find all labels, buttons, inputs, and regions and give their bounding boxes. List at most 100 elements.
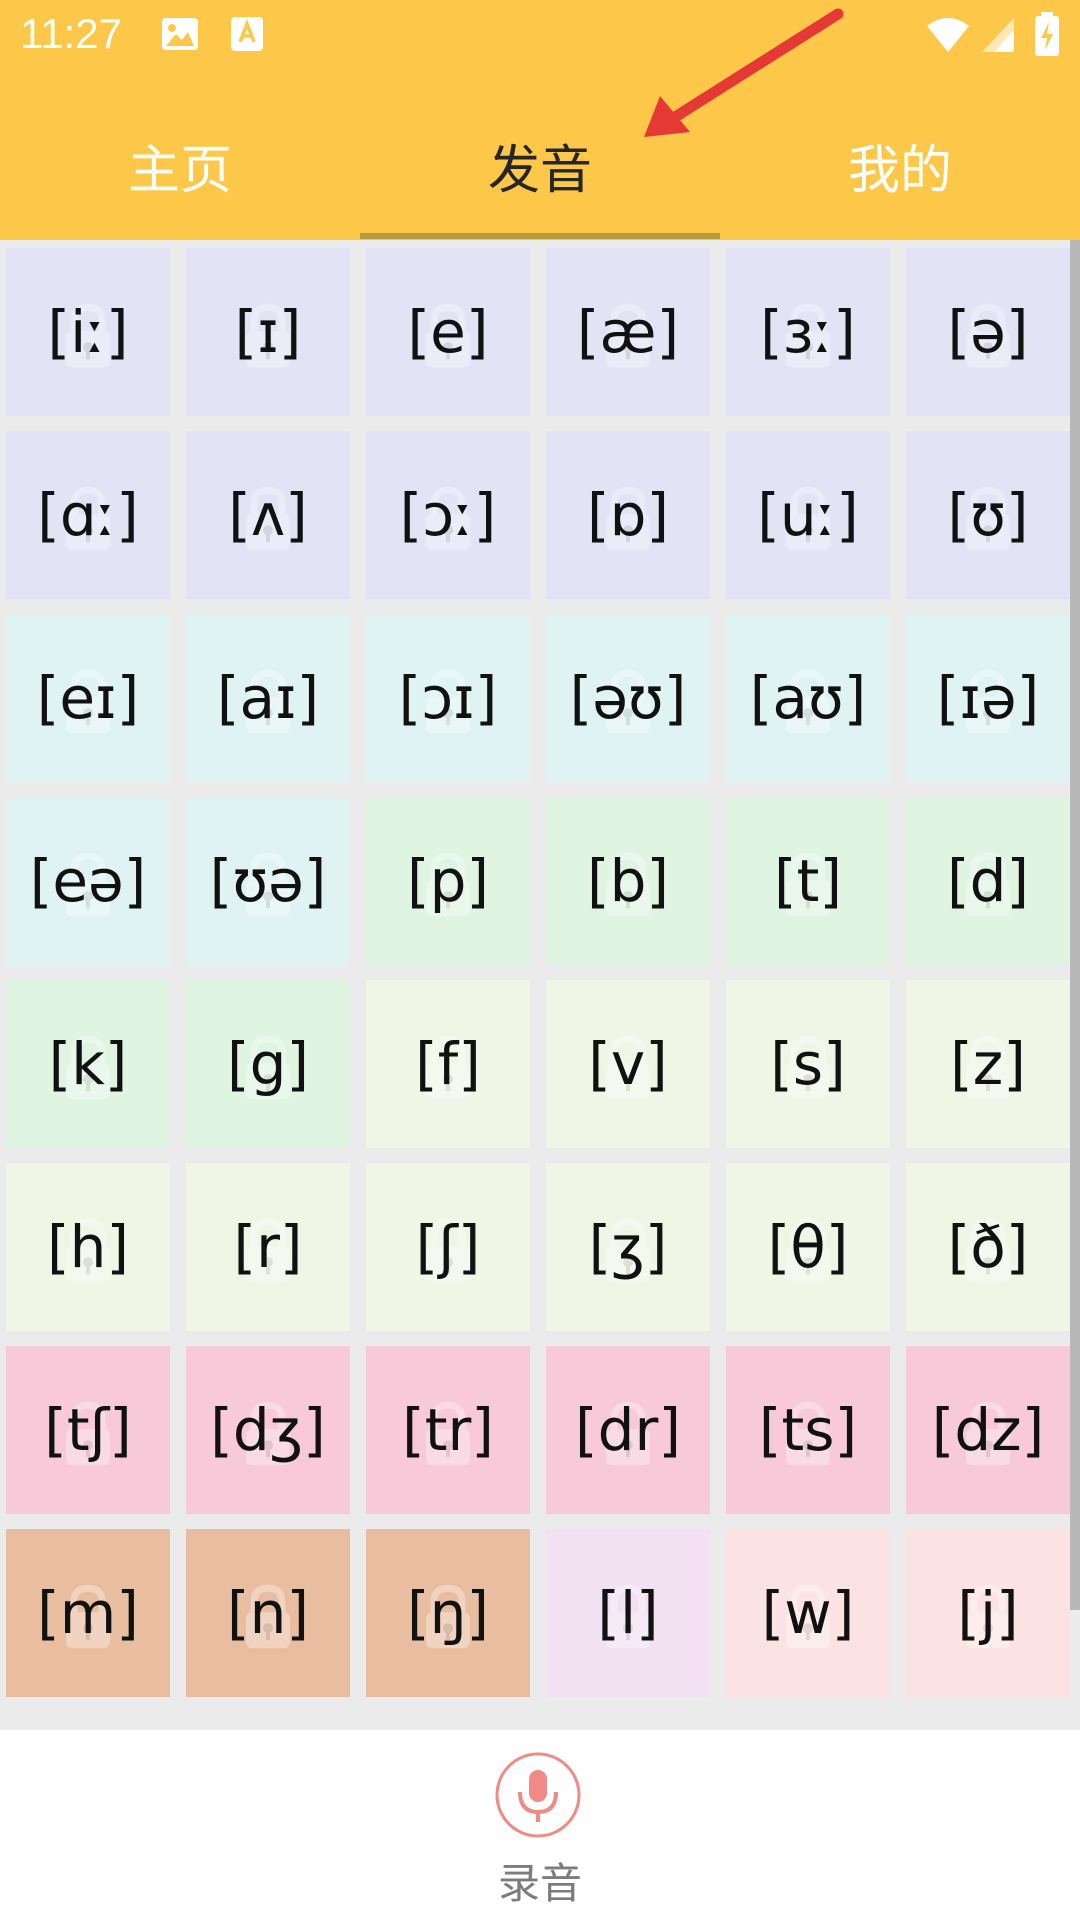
phonetic-cell[interactable]: [dz] <box>906 1346 1070 1514</box>
phonetic-cell[interactable]: [n] <box>186 1529 350 1697</box>
phonetic-cell[interactable]: [ɪ] <box>186 248 350 416</box>
phonetic-cell[interactable]: [d] <box>906 797 1070 965</box>
record-bar: 录音 <box>0 1730 1080 1920</box>
phonetic-symbol: [æ] <box>576 298 680 366</box>
phonetic-symbol: [tʃ] <box>44 1396 132 1464</box>
status-bar: 11:27 <box>0 0 1080 72</box>
phonetic-cell[interactable]: [dr] <box>546 1346 710 1514</box>
phonetic-grid: [iː] [ɪ] [e] [æ] [ɜː] [ə] [ɑː] [ʌ] [ɔː] [ɒ] [uː] [ʊ… <box>0 240 1080 1730</box>
phonetic-cell[interactable]: [j] <box>906 1529 1070 1697</box>
phonetic-symbol: [f] <box>415 1030 481 1098</box>
phonetic-cell[interactable]: [tr] <box>366 1346 530 1514</box>
phonetic-cell[interactable]: [ɪə] <box>906 614 1070 782</box>
phonetic-cell[interactable]: [h] <box>6 1163 170 1331</box>
phonetic-cell[interactable]: [eə] <box>6 797 170 965</box>
scrollbar[interactable] <box>1070 240 1080 1610</box>
phonetic-symbol: [eə] <box>29 847 147 915</box>
red-arrow-annotation-icon <box>644 8 844 137</box>
record-label[interactable]: 录音 <box>0 1850 1080 1911</box>
phonetic-symbol: [dz] <box>931 1396 1045 1464</box>
phonetic-symbol: [h] <box>46 1213 129 1281</box>
phonetic-symbol: [j] <box>957 1579 1019 1647</box>
phonetic-symbol: [eɪ] <box>36 664 140 732</box>
phonetic-cell[interactable]: [p] <box>366 797 530 965</box>
phonetic-symbol: [d] <box>946 847 1030 915</box>
phonetic-symbol: [ʊə] <box>209 847 327 915</box>
phonetic-symbol: [ɔɪ] <box>398 664 498 732</box>
phonetic-cell[interactable]: [ʊə] <box>186 797 350 965</box>
active-tab-indicator <box>360 233 720 239</box>
phonetic-symbol: [ɔː] <box>399 481 497 549</box>
phonetic-symbol: [v] <box>588 1030 668 1098</box>
phonetic-cell[interactable]: [iː] <box>6 248 170 416</box>
phonetic-symbol: [ts] <box>758 1396 858 1464</box>
phonetic-symbol: [k] <box>48 1030 128 1098</box>
phonetic-cell[interactable]: [l] <box>546 1529 710 1697</box>
phonetic-symbol: [ɜː] <box>760 298 856 366</box>
phonetic-cell[interactable]: [θ] <box>726 1163 890 1331</box>
phonetic-symbol: [p] <box>406 847 490 915</box>
phonetic-symbol: [ʒ] <box>588 1213 668 1281</box>
phonetic-cell[interactable]: [dʒ] <box>186 1346 350 1514</box>
phonetic-cell[interactable]: [uː] <box>726 431 890 599</box>
phonetic-symbol: [t] <box>774 847 842 915</box>
phonetic-symbol: [ɒ] <box>586 481 670 549</box>
signal-icon <box>982 18 1014 52</box>
phonetic-symbol: [w] <box>761 1579 855 1647</box>
phonetic-cell[interactable]: [ŋ] <box>366 1529 530 1697</box>
phonetic-symbol: [tr] <box>402 1396 494 1464</box>
phonetic-cell[interactable]: [f] <box>366 980 530 1148</box>
phonetic-cell[interactable]: [tʃ] <box>6 1346 170 1514</box>
phonetic-symbol: [ʌ] <box>228 481 308 549</box>
phonetic-cell[interactable]: [ʊ] <box>906 431 1070 599</box>
phonetic-cell[interactable]: [s] <box>726 980 890 1148</box>
phonetic-symbol: [uː] <box>757 481 859 549</box>
phonetic-cell[interactable]: [ɜː] <box>726 248 890 416</box>
gallery-notification-icon <box>162 18 198 50</box>
microphone-icon[interactable] <box>495 1752 581 1838</box>
phonetic-cell[interactable]: [ʒ] <box>546 1163 710 1331</box>
phonetic-cell[interactable]: [aɪ] <box>186 614 350 782</box>
phonetic-cell[interactable]: [eɪ] <box>6 614 170 782</box>
phonetic-cell[interactable]: [ɒ] <box>546 431 710 599</box>
phonetic-symbol: [iː] <box>47 298 129 366</box>
tab-home[interactable]: 主页 <box>0 90 360 240</box>
phonetic-cell[interactable]: [ð] <box>906 1163 1070 1331</box>
phonetic-symbol: [aʊ] <box>749 664 867 732</box>
phonetic-symbol: [n] <box>226 1579 309 1647</box>
phonetic-cell[interactable]: [w] <box>726 1529 890 1697</box>
phonetic-cell[interactable]: [ɑː] <box>6 431 170 599</box>
phonetic-symbol: [ɪə] <box>936 664 1040 732</box>
phonetic-symbol: [b] <box>586 847 670 915</box>
phonetic-cell[interactable]: [aʊ] <box>726 614 890 782</box>
phonetic-symbol: [əʊ] <box>569 664 687 732</box>
phonetic-symbol: [ʃ] <box>415 1213 481 1281</box>
phonetic-cell[interactable]: [æ] <box>546 248 710 416</box>
phonetic-cell[interactable]: [v] <box>546 980 710 1148</box>
phonetic-cell[interactable]: [t] <box>726 797 890 965</box>
status-time: 11:27 <box>20 10 122 57</box>
phonetic-cell[interactable]: [ɔɪ] <box>366 614 530 782</box>
phonetic-symbol: [aɪ] <box>216 664 320 732</box>
phonetic-symbol: [ə] <box>947 298 1029 366</box>
phonetic-cell[interactable]: [ʃ] <box>366 1163 530 1331</box>
phonetic-symbol: [θ] <box>767 1213 849 1281</box>
phonetic-symbol: [ɪ] <box>234 298 302 366</box>
phonetic-cell[interactable]: [əʊ] <box>546 614 710 782</box>
phonetic-cell[interactable]: [g] <box>186 980 350 1148</box>
phonetic-cell[interactable]: [r] <box>186 1163 350 1331</box>
phonetic-cell[interactable]: [e] <box>366 248 530 416</box>
phonetic-cell[interactable]: [ts] <box>726 1346 890 1514</box>
phonetic-symbol: [ɑː] <box>37 481 139 549</box>
phonetic-cell[interactable]: [k] <box>6 980 170 1148</box>
phonetic-cell[interactable]: [ɔː] <box>366 431 530 599</box>
phonetic-symbol: [s] <box>770 1030 846 1098</box>
phonetic-symbol: [r] <box>233 1213 303 1281</box>
phonetic-symbol: [ð] <box>947 1213 1029 1281</box>
phonetic-cell[interactable]: [ə] <box>906 248 1070 416</box>
phonetic-cell[interactable]: [b] <box>546 797 710 965</box>
phonetic-symbol: [ʊ] <box>947 481 1029 549</box>
phonetic-cell[interactable]: [m] <box>6 1529 170 1697</box>
phonetic-cell[interactable]: [ʌ] <box>186 431 350 599</box>
phonetic-cell[interactable]: [z] <box>906 980 1070 1148</box>
